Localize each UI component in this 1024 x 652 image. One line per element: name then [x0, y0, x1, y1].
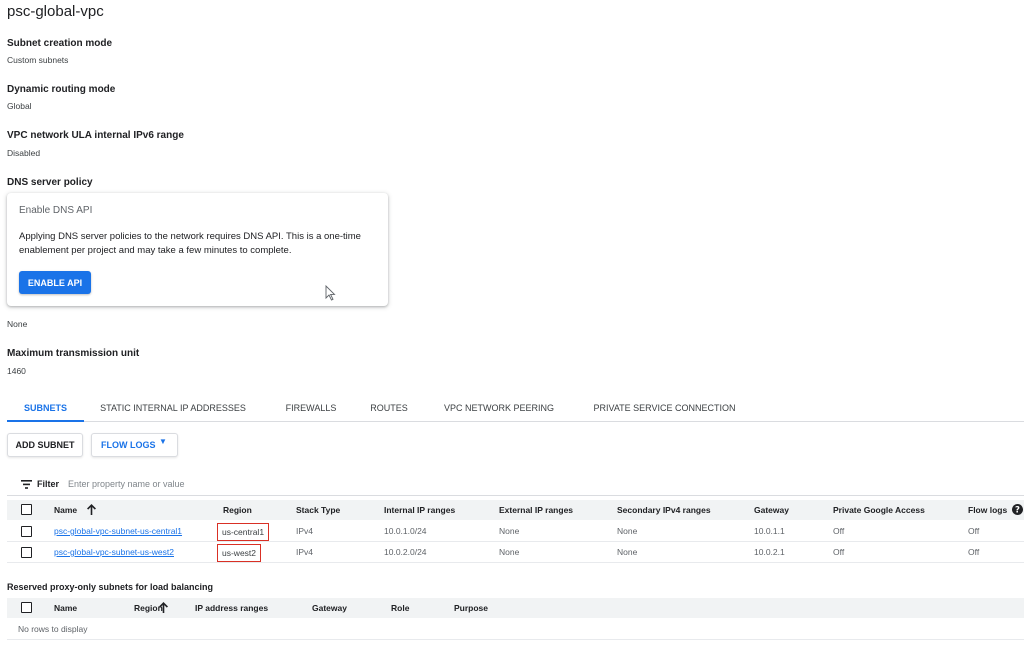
tab-static-internal-ip[interactable]: STATIC INTERNAL IP ADDRESSES	[93, 396, 253, 422]
flow-logs-label: FLOW LOGS	[101, 440, 156, 450]
svg-text:?: ?	[1015, 506, 1020, 515]
mouse-cursor-icon	[325, 285, 336, 301]
tab-bar: SUBNETS STATIC INTERNAL IP ADDRESSES FIR…	[7, 396, 1024, 422]
col-secondary-ipv4-ranges: Secondary IPv4 ranges	[617, 505, 711, 515]
select-all-checkbox[interactable]	[21, 504, 32, 515]
subnet-internal-ip: 10.0.1.0/24	[384, 526, 427, 536]
sort-arrow-up-icon[interactable]	[159, 602, 168, 613]
row-checkbox[interactable]	[21, 526, 32, 537]
col-region: Region	[223, 505, 252, 515]
proxy-subnets-title: Reserved proxy-only subnets for load bal…	[7, 582, 214, 592]
mtu-value: 1460	[7, 366, 26, 376]
subnet-external-ip: None	[499, 526, 520, 536]
subnet-flow-logs: Off	[968, 526, 980, 536]
dns-policy-label: DNS server policy	[7, 177, 93, 188]
filter-bar: Filter Enter property name or value	[7, 474, 1024, 496]
col-gateway: Gateway	[754, 505, 789, 515]
subnet-gateway: 10.0.2.1	[754, 547, 785, 557]
filter-input[interactable]: Enter property name or value	[68, 479, 185, 489]
table-row: psc-global-vpc-subnet-us-west2 us-west2 …	[7, 542, 1024, 563]
mtu-label: Maximum transmission unit	[7, 348, 140, 359]
subnet-stack-type: IPv4	[296, 547, 314, 557]
enable-api-button[interactable]: ENABLE API	[19, 271, 91, 294]
card-description: Applying DNS server policies to the netw…	[19, 231, 361, 256]
subnet-private-google-access: Off	[833, 547, 845, 557]
col-ip-address-ranges: IP address ranges	[195, 603, 269, 613]
tab-vpc-network-peering[interactable]: VPC NETWORK PEERING	[435, 396, 563, 422]
col-name[interactable]: Name	[54, 500, 77, 520]
col-gateway: Gateway	[312, 603, 347, 613]
col-purpose: Purpose	[454, 603, 489, 613]
subnet-internal-ip: 10.0.2.0/24	[384, 547, 427, 557]
sort-arrow-up-icon[interactable]	[87, 504, 96, 515]
tab-firewalls[interactable]: FIREWALLS	[278, 396, 344, 422]
table-row: psc-global-vpc-subnet-us-central1 us-cen…	[7, 521, 1024, 542]
subnet-region: us-west2	[217, 544, 262, 562]
subnet-secondary-ipv4: None	[617, 526, 638, 536]
col-internal-ip-ranges: Internal IP ranges	[384, 505, 456, 515]
row-checkbox[interactable]	[21, 547, 32, 558]
subnet-region: us-central1	[217, 523, 270, 541]
routing-mode-label: Dynamic routing mode	[7, 84, 116, 95]
subnet-name-link[interactable]: psc-global-vpc-subnet-us-central1	[54, 521, 182, 542]
page-title: psc-global-vpc	[7, 3, 104, 20]
dns-policy-value: None	[7, 319, 28, 329]
subnet-private-google-access: Off	[833, 526, 845, 536]
tab-routes[interactable]: ROUTES	[364, 396, 414, 422]
tab-private-service-connection[interactable]: PRIVATE SERVICE CONNECTION	[582, 396, 747, 422]
subnet-mode-value: Custom subnets	[7, 55, 69, 65]
subnet-name-link[interactable]: psc-global-vpc-subnet-us-west2	[54, 542, 174, 563]
no-rows-message: No rows to display	[18, 624, 88, 634]
subnet-flow-logs: Off	[968, 547, 980, 557]
empty-row: No rows to display	[7, 619, 1024, 640]
col-private-google-access: Private Google Access	[833, 505, 925, 515]
subnets-table-header: Name Region Stack Type Internal IP range…	[7, 500, 1024, 520]
subnet-gateway: 10.0.1.1	[754, 526, 785, 536]
proxy-table-header: Name Region IP address ranges Gateway Ro…	[7, 598, 1024, 618]
col-external-ip-ranges: External IP ranges	[499, 505, 574, 515]
subnet-external-ip: None	[499, 547, 520, 557]
ula-range-label: VPC network ULA internal IPv6 range	[7, 130, 184, 141]
flow-logs-dropdown[interactable]: FLOW LOGS ▼	[91, 433, 178, 457]
subnet-secondary-ipv4: None	[617, 547, 638, 557]
caret-down-icon: ▼	[159, 437, 167, 446]
card-title: Enable DNS API	[19, 205, 93, 216]
routing-mode-value: Global	[7, 101, 32, 111]
subnet-mode-label: Subnet creation mode	[7, 38, 113, 49]
filter-icon	[21, 480, 32, 489]
subnet-stack-type: IPv4	[296, 526, 314, 536]
tab-subnets[interactable]: SUBNETS	[7, 396, 84, 422]
select-all-checkbox[interactable]	[21, 602, 32, 613]
help-icon[interactable]: ?	[1012, 504, 1023, 515]
add-subnet-button[interactable]: ADD SUBNET	[7, 433, 83, 457]
col-role: Role	[391, 603, 410, 613]
filter-label: Filter	[37, 479, 60, 489]
col-flow-logs: Flow logs	[968, 505, 1008, 515]
ula-range-value: Disabled	[7, 148, 41, 158]
col-name: Name	[54, 603, 78, 613]
col-stack-type: Stack Type	[296, 505, 341, 515]
